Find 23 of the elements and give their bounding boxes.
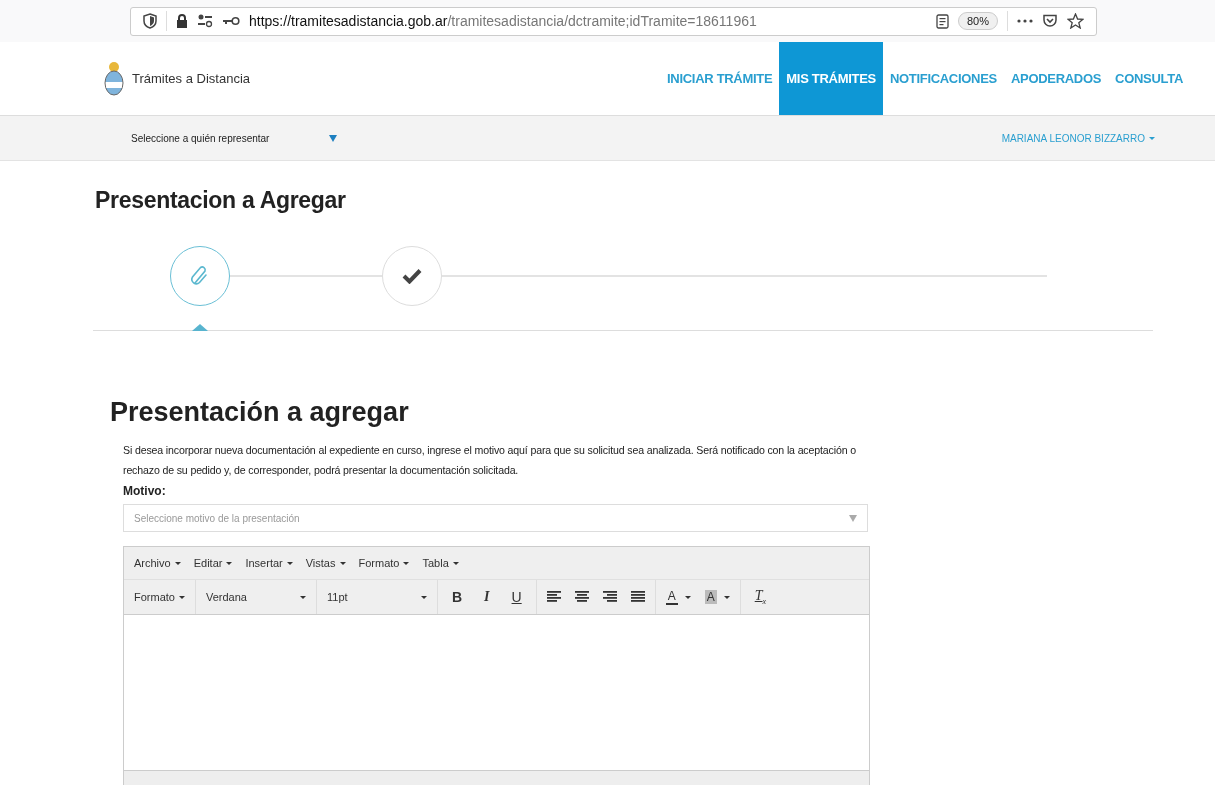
toolbar-dropdown[interactable]: Verdana bbox=[205, 591, 306, 603]
color-button[interactable]: A bbox=[665, 589, 691, 605]
editor-menu[interactable]: Editar bbox=[193, 557, 233, 569]
toolbar-dropdown[interactable]: 11pt bbox=[326, 591, 427, 603]
zoom-badge[interactable]: 80% bbox=[957, 12, 998, 30]
editor-menu[interactable]: Tabla bbox=[422, 557, 459, 569]
editor-menu[interactable]: Formato bbox=[358, 557, 410, 569]
page-title: Presentacion a Agregar bbox=[95, 187, 347, 214]
clear-format-button[interactable]: T$_{x}$ bbox=[750, 588, 771, 606]
toolbar-dropdown[interactable]: Formato bbox=[134, 591, 185, 603]
format-button[interactable]: U bbox=[507, 589, 526, 605]
format-button[interactable]: I bbox=[480, 589, 494, 605]
description-text: Si desea incorporar nueva documentación al expediente en curso, ingrese el motivo aquí para que su solicitud sea analizada. Será notificado con la aceptación o rechazo de su pedido y, de corresponder, podrá presentar la documentación solicitada. bbox=[123, 443, 857, 478]
url-text[interactable]: https://tramitesadistancia.gob.ar/tramitesadistancia/dctramite;idTramite=18611961 bbox=[249, 13, 757, 29]
editor-menu[interactable]: Archivo bbox=[134, 557, 181, 569]
editor-menu[interactable]: Vistas bbox=[305, 557, 346, 569]
representative-select[interactable]: Seleccione a quién representar bbox=[131, 132, 270, 144]
section-heading: Presentación a agregar bbox=[110, 397, 410, 428]
site-name[interactable]: Trámites a Distancia bbox=[132, 71, 250, 86]
format-button[interactable]: B bbox=[447, 589, 467, 605]
motivo-label: Motivo: bbox=[123, 484, 167, 498]
address-bar[interactable]: https://tramitesadistancia.gob.ar/tramitesadistancia/dctramite;idTramite=18611961 80% bbox=[130, 6, 1097, 36]
editor-menu[interactable]: Insertar bbox=[245, 557, 293, 569]
